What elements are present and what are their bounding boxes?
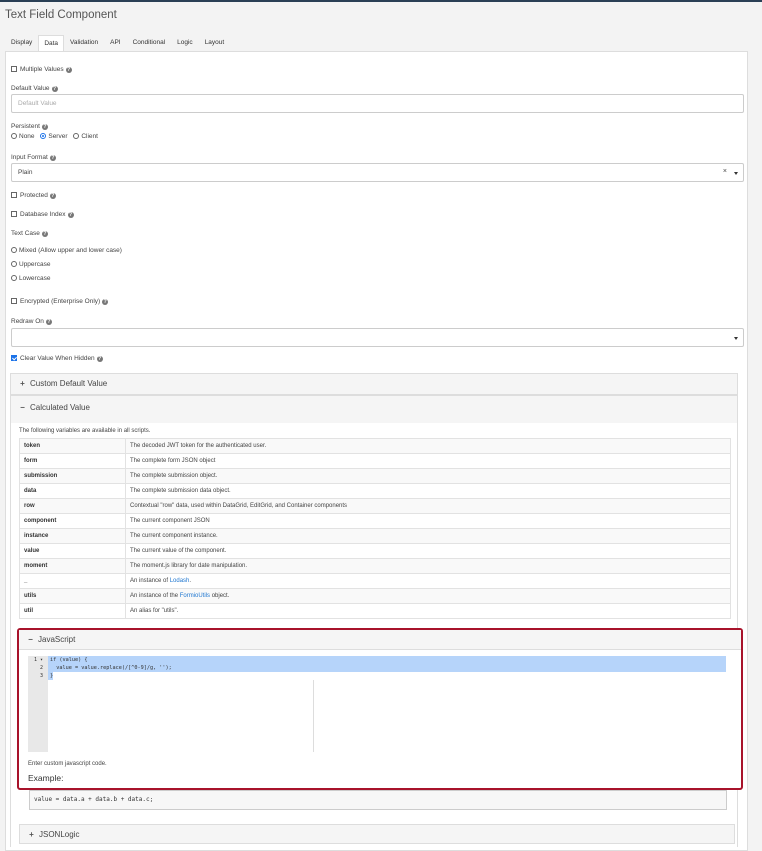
table-row: value The current value of the component.	[19, 543, 731, 559]
plus-icon: +	[20, 379, 25, 388]
javascript-hint: Enter custom javascript code.	[28, 761, 107, 767]
lodash-link[interactable]: Lodash	[170, 578, 190, 584]
code-editor[interactable]: 1 ▾ 2 3 if (value) { value = value.repla…	[28, 656, 728, 752]
variables-note: The following variables are available in…	[19, 428, 151, 434]
radio-circle[interactable]	[11, 247, 17, 253]
jsonlogic-accordion[interactable]: + JSONLogic	[19, 824, 735, 844]
minus-icon: −	[28, 635, 33, 644]
redraw-on-label: Redraw On?	[11, 318, 52, 325]
checkbox-box[interactable]	[11, 355, 17, 361]
table-row: component The current component JSON	[19, 513, 731, 529]
help-icon: ?	[65, 67, 72, 73]
table-row: form The complete form JSON object	[19, 453, 731, 469]
code-area[interactable]: if (value) { value = value.replace(/[^0-…	[48, 656, 728, 752]
tab-display[interactable]: Display	[5, 34, 38, 51]
code-line[interactable]: }	[48, 672, 53, 680]
default-value-label: Default Value?	[11, 85, 58, 92]
tab-logic[interactable]: Logic	[171, 34, 199, 51]
example-code-box: value = data.a + data.b + data.c;	[29, 790, 727, 810]
help-icon: ?	[41, 124, 48, 130]
checkbox-box[interactable]	[11, 66, 17, 72]
help-icon: ?	[102, 299, 109, 305]
table-row: util An alias for "utils".	[19, 603, 731, 619]
code-line[interactable]: value = value.replace(/[^0-9]/g, '');	[48, 664, 726, 672]
redraw-on-select[interactable]	[11, 328, 744, 347]
tab-validation[interactable]: Validation	[64, 34, 104, 51]
tab-conditional[interactable]: Conditional	[127, 34, 172, 51]
minus-icon: −	[20, 403, 25, 412]
persistent-label: Persistent?	[11, 123, 48, 130]
tab-layout[interactable]: Layout	[199, 34, 231, 51]
code-line[interactable]: if (value) {	[48, 656, 726, 664]
table-row: data The complete submission data object.	[19, 483, 731, 499]
example-label: Example:	[28, 773, 64, 783]
help-icon: ?	[41, 231, 48, 237]
top-bar	[0, 0, 762, 2]
table-row: _ An instance of Lodash.	[19, 573, 731, 589]
table-row: token The decoded JWT token for the authe…	[19, 438, 731, 454]
radio-mixed[interactable]: Mixed (Allow upper and lower case)	[11, 247, 122, 254]
default-value-input[interactable]: Default Value	[11, 94, 744, 113]
line-gutter: 1 ▾ 2 3	[28, 656, 48, 752]
protected-checkbox[interactable]: Protected?	[11, 192, 56, 199]
help-icon: ?	[96, 356, 103, 362]
javascript-section: − JavaScript 1 ▾ 2 3 if (value) { value =…	[17, 628, 743, 790]
radio-circle[interactable]	[40, 133, 47, 139]
table-row: submission The complete submission object…	[19, 468, 731, 484]
clear-icon[interactable]: ×	[723, 168, 727, 175]
tab-bar: Display Data Validation API Conditional …	[5, 34, 231, 52]
checkbox-box[interactable]	[11, 298, 17, 304]
radio-client[interactable]: Client	[73, 133, 98, 140]
radio-circle[interactable]	[73, 133, 80, 139]
formioutils-link[interactable]: FormioUtils	[180, 593, 210, 599]
chevron-down-icon[interactable]	[734, 172, 738, 175]
editor-divider	[313, 680, 314, 752]
radio-circle[interactable]	[11, 261, 17, 267]
tab-api[interactable]: API	[104, 34, 126, 51]
calculated-value-accordion[interactable]: − Calculated Value	[10, 395, 738, 423]
text-case-label: Text Case?	[11, 230, 48, 237]
database-index-checkbox[interactable]: Database Index?	[11, 211, 74, 218]
encrypted-checkbox[interactable]: Encrypted (Enterprise Only)?	[11, 298, 109, 305]
radio-lowercase[interactable]: Lowercase	[11, 275, 50, 282]
tab-data[interactable]: Data	[38, 35, 65, 52]
radio-server[interactable]: Server	[40, 133, 68, 140]
radio-none[interactable]: None	[11, 133, 35, 140]
help-icon: ?	[67, 212, 74, 218]
table-row: instance The current component instance.	[19, 528, 731, 544]
chevron-down-icon[interactable]	[734, 337, 738, 340]
persistent-radio-group: None Server Client	[11, 133, 98, 140]
page-title: Text Field Component	[5, 9, 117, 21]
radio-uppercase[interactable]: Uppercase	[11, 261, 50, 268]
multiple-values-checkbox[interactable]: Multiple Values?	[11, 66, 72, 73]
table-row: moment The moment.js library for date man…	[19, 558, 731, 574]
help-icon: ?	[49, 193, 56, 199]
custom-default-accordion[interactable]: + Custom Default Value	[10, 373, 738, 395]
input-format-label: Input Format?	[11, 154, 56, 161]
radio-circle[interactable]	[11, 133, 17, 139]
clear-value-checkbox[interactable]: Clear Value When Hidden?	[11, 355, 103, 362]
variables-table: token The decoded JWT token for the authe…	[19, 438, 731, 619]
help-icon: ?	[45, 319, 52, 325]
input-format-select[interactable]: Plain ×	[11, 163, 744, 182]
plus-icon: +	[29, 830, 34, 839]
table-row: utils An instance of the FormioUtils obje…	[19, 588, 731, 604]
help-icon: ?	[51, 86, 58, 92]
help-icon: ?	[49, 155, 56, 161]
checkbox-box[interactable]	[11, 211, 17, 217]
javascript-accordion-header[interactable]: − JavaScript	[19, 630, 741, 650]
radio-circle[interactable]	[11, 275, 17, 281]
checkbox-box[interactable]	[11, 192, 17, 198]
table-row: row Contextual "row" data, used within Da…	[19, 498, 731, 514]
